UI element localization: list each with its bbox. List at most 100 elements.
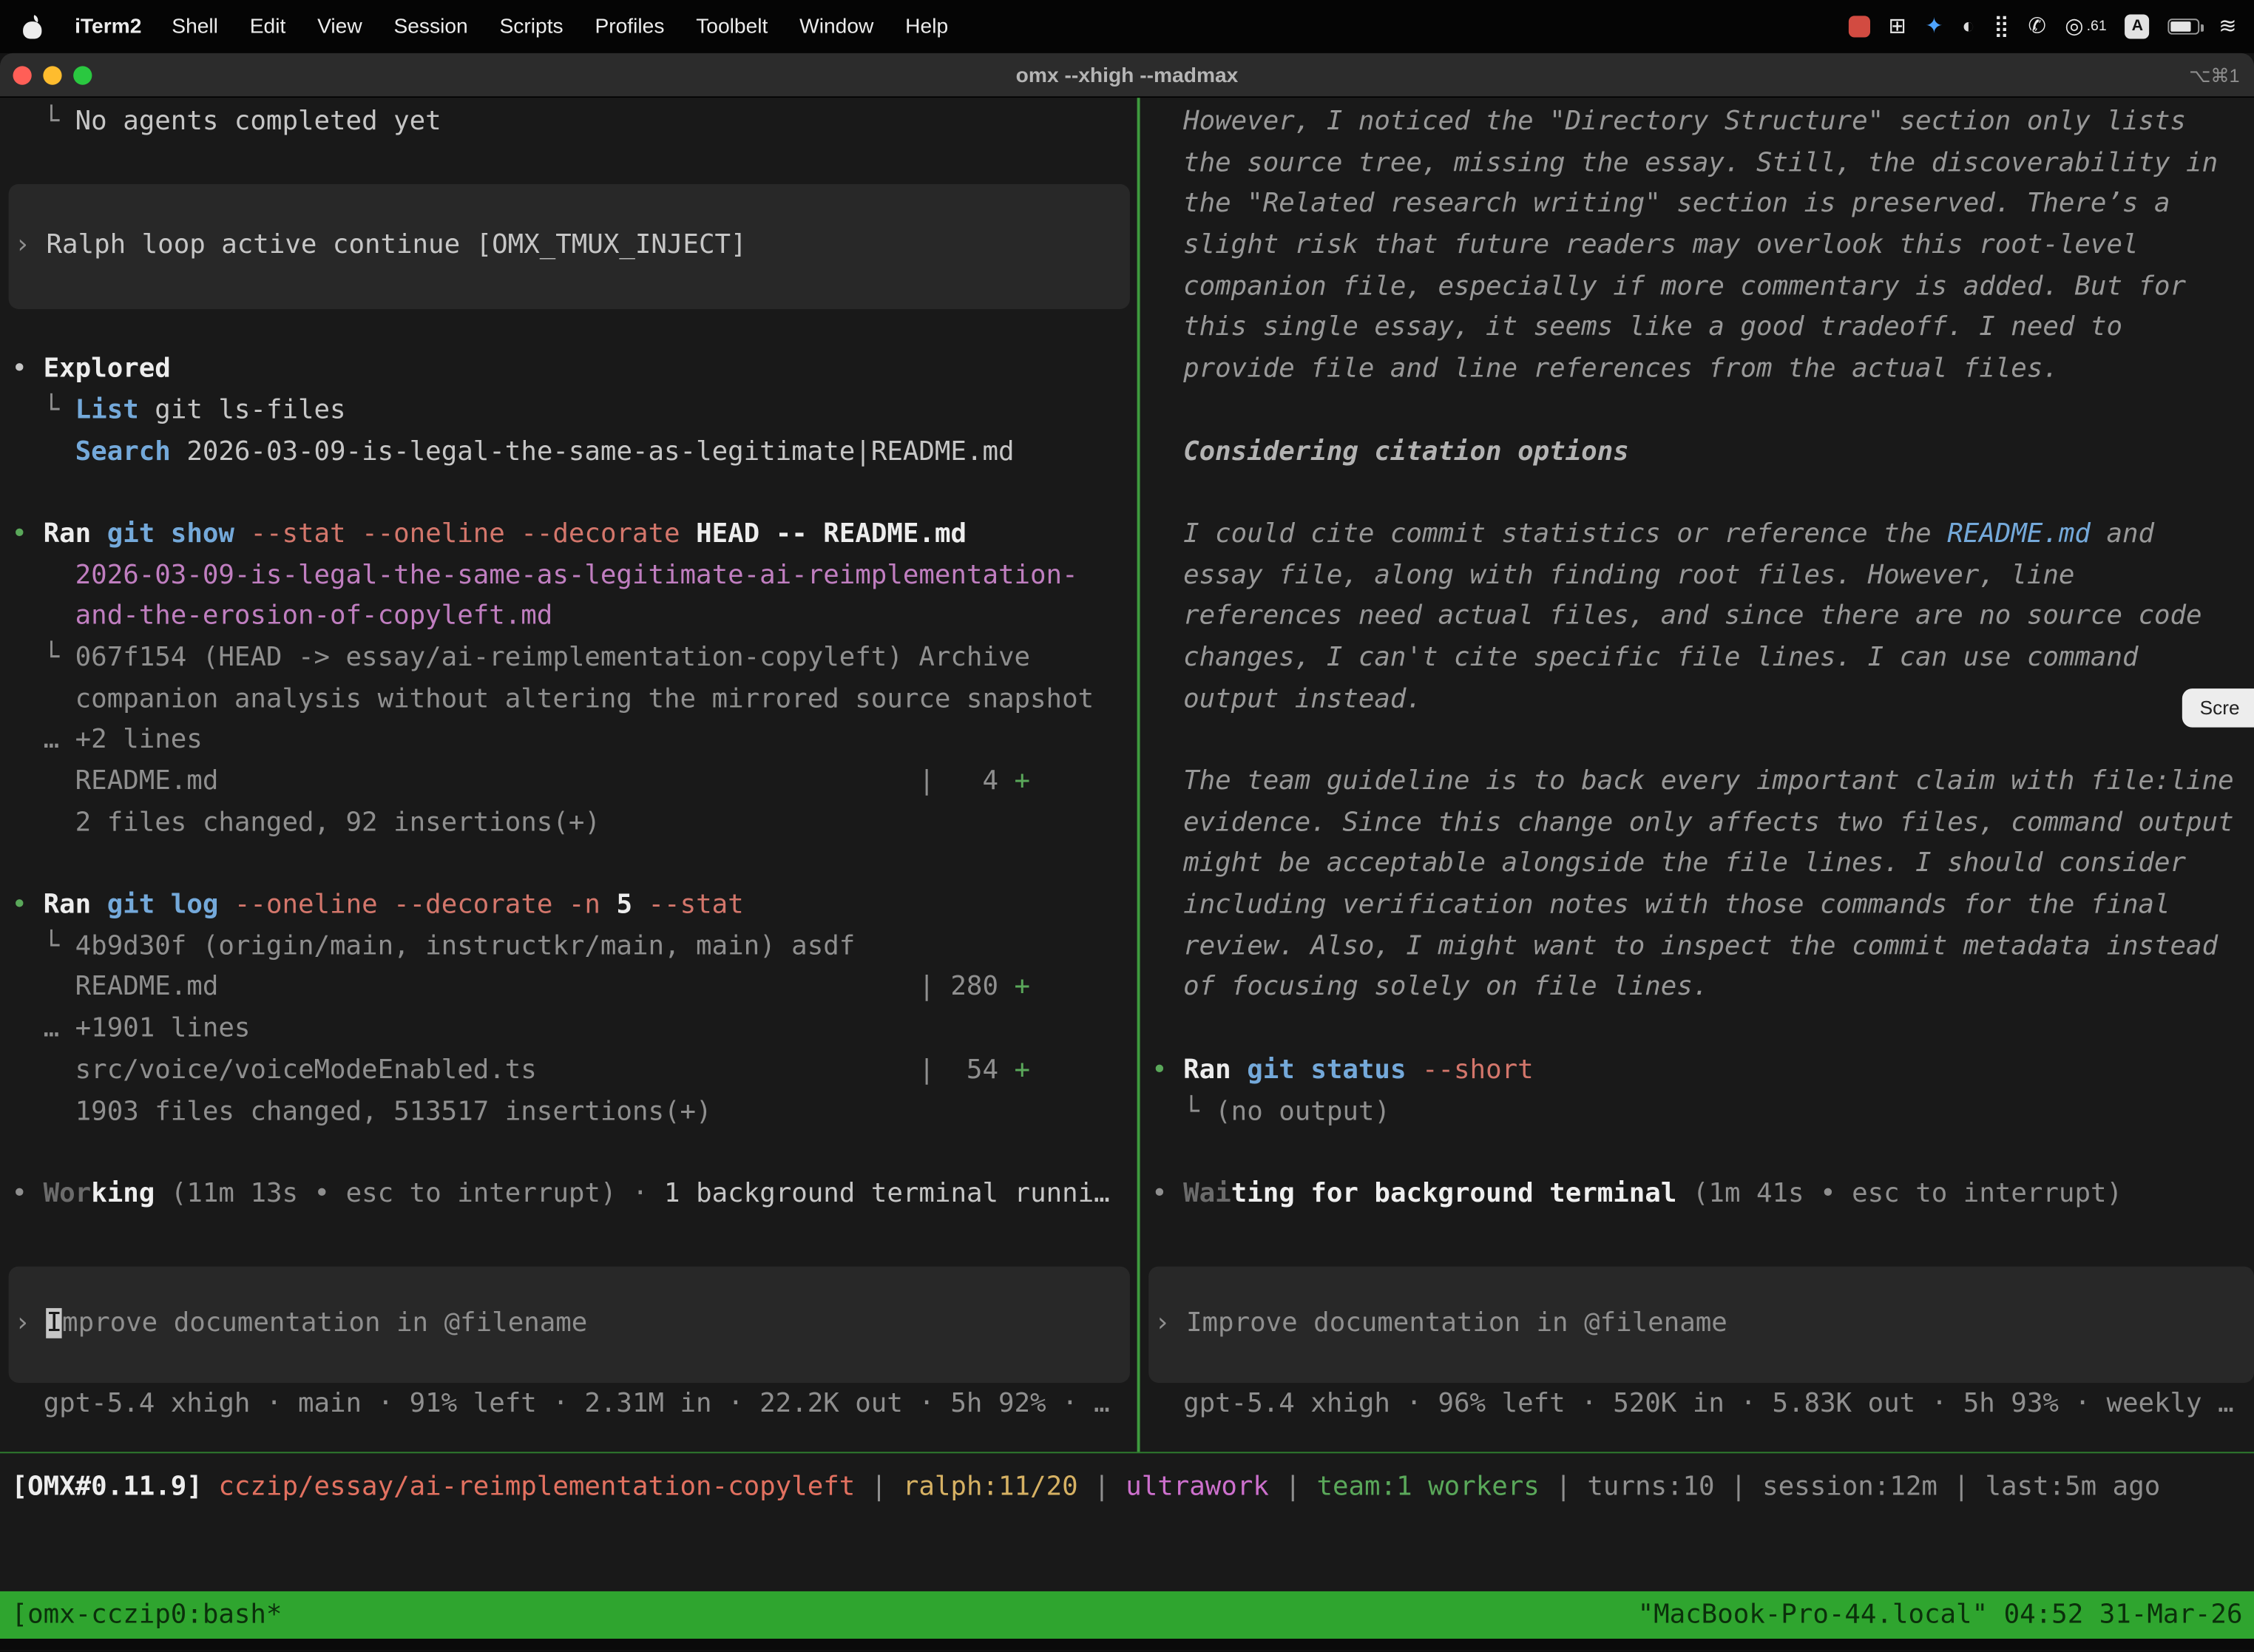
menu-item-profiles[interactable]: Profiles [579, 15, 680, 38]
dots-grid-icon[interactable]: ⣿ [1994, 16, 2009, 37]
text-segment: … +2 lines [12, 725, 203, 755]
menu-item-window[interactable]: Window [784, 15, 890, 38]
text-segment: git ls-files [139, 395, 346, 425]
text-segment: + [1015, 1054, 1031, 1085]
text-segment: • [12, 519, 44, 549]
terminal-line: and-the-erosion-of-copyleft.md [12, 597, 1137, 638]
text-segment: Wai [1183, 1179, 1231, 1209]
text-segment: 1903 files changed, 513517 insertions(+) [12, 1096, 712, 1126]
menu-item-session[interactable]: Session [378, 15, 484, 38]
menu-item-help[interactable]: Help [890, 15, 964, 38]
text-segment: including verification notes with those … [1151, 890, 2170, 920]
text-segment: (11m 13s • esc to interrupt) · [155, 1179, 664, 1209]
text-segment: › Improve documentation in @filename [1154, 1308, 1727, 1338]
terminal-line: 2026-03-09-is-legal-the-same-as-legitima… [12, 555, 1137, 597]
screen-recording-indicator-icon[interactable] [1848, 16, 1869, 37]
text-segment: team:1 workers [1316, 1472, 1539, 1503]
menu-item-shell[interactable]: Shell [156, 15, 234, 38]
battery-icon[interactable] [2168, 18, 2200, 34]
terminal-line: … +1901 lines [12, 1009, 1137, 1051]
pane-bottom-border [0, 1452, 2254, 1453]
model-status-right: gpt-5.4 xhigh · 96% left · 520K in · 5.8… [1151, 1384, 2234, 1426]
text-segment: • [12, 890, 44, 920]
terminal-line: However, I noticed the "Directory Struct… [1151, 102, 2254, 143]
menu-item-edit[interactable]: Edit [234, 15, 301, 38]
screen-notification-tooltip: Scre [2182, 688, 2254, 727]
text-segment: 2026-03-09-is-legal-the-same-as-legitima… [171, 436, 1015, 467]
text-segment: └ 4b9d30f (origin/main, instructkr/main,… [12, 931, 856, 961]
wifi-icon[interactable]: ≋ [2219, 16, 2236, 37]
terminal-line: companion file, especially if more comme… [1151, 267, 2254, 308]
keyboard-layout-icon[interactable]: A [2125, 14, 2150, 38]
terminal-line: Considering citation options [1151, 432, 2254, 473]
text-segment: git show [91, 519, 234, 549]
text-segment: … +1901 lines [12, 1014, 251, 1044]
terminal-line: • Ran git show --stat --oneline --decora… [12, 515, 1137, 556]
terminal-line: slight risk that future readers may over… [1151, 226, 2254, 267]
prompt-input-right[interactable]: › Improve documentation in @filename [1148, 1267, 2254, 1383]
text-segment: --stat --oneline --decorate [234, 519, 680, 549]
text-segment: └ [12, 106, 75, 137]
terminal-line: 1903 files changed, 513517 insertions(+) [12, 1091, 1137, 1133]
text-segment: • [1151, 1054, 1183, 1085]
terminal-line: the "Related research writing" section i… [1151, 185, 2254, 226]
phone-icon[interactable]: ✆ [2028, 16, 2046, 37]
text-segment: | [855, 1472, 903, 1503]
terminal-line: references need actual files, and since … [1151, 597, 2254, 638]
terminal-line [12, 308, 1137, 350]
terminal-line: • Explored [12, 350, 1137, 391]
text-segment: Ralph loop active continue [OMX_TMUX_INJ… [47, 230, 747, 260]
text-segment: references need actual files, and since … [1151, 601, 2202, 632]
terminal-line: └ 4b9d30f (origin/main, instructkr/main,… [12, 927, 1137, 968]
text-segment: └ [12, 395, 75, 425]
text-segment: review. Also, I might want to inspect th… [1151, 931, 2218, 961]
apple-menu-icon[interactable] [23, 15, 41, 38]
text-segment: Ran [44, 519, 92, 549]
terminal-line: changes, I can't cite specific file line… [1151, 638, 2254, 680]
text-segment: src/voice/voiceModeEnabled.ts | 54 [12, 1054, 1015, 1085]
terminal-pane-right[interactable]: However, I noticed the "Directory Struct… [1140, 98, 2254, 1452]
text-segment: might be acceptable alongside the file l… [1151, 849, 2186, 879]
terminal-line [1151, 1009, 2254, 1051]
text-segment: | [1715, 1472, 1763, 1503]
menu-item-iterm2[interactable]: iTerm2 [61, 15, 156, 38]
menu-item-scripts[interactable]: Scripts [484, 15, 579, 38]
terminal-pane-left[interactable]: └ No agents completed yet • Explored └ L… [0, 98, 1137, 1452]
screen: iTerm2 Shell Edit View Session Scripts P… [0, 0, 2254, 1652]
terminal-line [12, 473, 1137, 515]
text-segment: | [1937, 1472, 1986, 1503]
terminal-line: essay file, along with finding root file… [1151, 555, 2254, 597]
menu-item-view[interactable]: View [302, 15, 378, 38]
text-segment: Ran [1183, 1054, 1231, 1085]
terminal-line: [OMX#0.11.9] cczip/essay/ai-reimplementa… [12, 1468, 2161, 1509]
text-segment: 2 files changed, 92 insertions(+) [12, 808, 600, 838]
text-segment: └ (no output) [1151, 1096, 1390, 1126]
text-segment: + [1015, 766, 1031, 796]
terminal-line: output instead. [1151, 680, 2254, 721]
meter-icon[interactable]: ◎.61 [2065, 16, 2106, 37]
text-segment: changes, I can't cite specific file line… [1151, 643, 2138, 673]
text-segment: 2026-03-09-is-legal-the-same-as-legitima… [12, 560, 1078, 590]
terminal-line: └ List git ls-files [12, 390, 1137, 432]
location-icon[interactable]: ✦ [1925, 16, 1943, 37]
text-segment: essay file, along with finding root file… [1151, 560, 2074, 590]
terminal-line: review. Also, I might want to inspect th… [1151, 927, 2254, 968]
text-segment: Considering citation options [1151, 436, 1629, 467]
prompt-input-left[interactable]: › Improve documentation in @filename [9, 1267, 1130, 1383]
terminal-line: provide file and line references from th… [1151, 350, 2254, 391]
shield-icon[interactable]: ◐ [1962, 16, 1975, 37]
model-status-right-text: gpt-5.4 xhigh · 96% left · 520K in · 5.8… [1151, 1389, 2234, 1419]
text-segment: --oneline --decorate -n [218, 890, 600, 920]
text-segment: companion file, especially if more comme… [1151, 271, 2186, 302]
ralph-loop-banner: › Ralph loop active continue [OMX_TMUX_I… [9, 184, 1130, 309]
menu-item-toolbelt[interactable]: Toolbelt [680, 15, 784, 38]
text-segment: git log [91, 890, 218, 920]
text-segment: mprove documentation in @filename [62, 1308, 587, 1338]
text-segment: ralph:11/20 [903, 1472, 1078, 1503]
terminal-line: README.md | 280 + [12, 968, 1137, 1009]
terminal-line: • Ran git status --short [1151, 1051, 2254, 1092]
terminal-line: The team guideline is to back every impo… [1151, 762, 2254, 803]
text-segment: provide file and line references from th… [1151, 353, 2059, 384]
text-segment: Search [12, 436, 171, 467]
grid-icon[interactable]: ⊞ [1889, 16, 1906, 37]
